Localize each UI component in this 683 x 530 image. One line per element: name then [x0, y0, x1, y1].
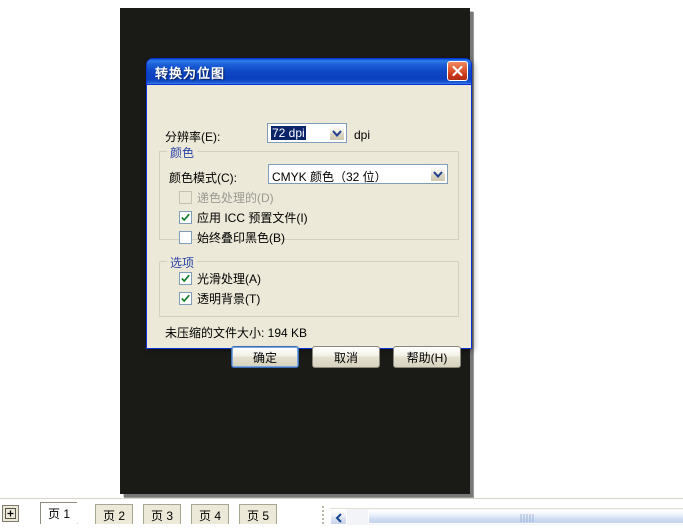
checkbox-box [179, 190, 192, 204]
checkbox-label: 递色处理的(D) [197, 190, 274, 205]
checkbox-box[interactable] [179, 230, 192, 244]
checkbox-label: 光滑处理(A) [197, 271, 261, 286]
color-mode-value: CMYK 颜色（32 位） [272, 170, 387, 184]
checkbox-label: 应用 ICC 预置文件(I) [197, 210, 308, 225]
tab-slant [228, 504, 238, 525]
resolution-label: 分辨率(E): [165, 130, 221, 144]
checkbox-box[interactable] [179, 210, 192, 224]
checkmark-icon [181, 274, 190, 282]
resolution-unit: dpi [354, 128, 371, 142]
uncompressed-file-size: 未压缩的文件大小: 194 KB [165, 326, 308, 340]
tab-slant [77, 502, 87, 525]
tab-slant [180, 504, 190, 525]
chevron-left-icon[interactable] [330, 509, 347, 525]
resolution-value: 72 dpi [271, 126, 306, 140]
convert-to-bitmap-dialog: 转换为位图 分辨率(E): 72 dpi dpi 颜色 颜色模式(C): CMY… [146, 58, 472, 368]
dialog-title: 转换为位图 [155, 66, 226, 81]
chevron-down-glyph [433, 171, 443, 178]
cancel-button[interactable]: 取消 [312, 346, 380, 368]
checkbox-label: 始终叠印黑色(B) [197, 230, 285, 245]
color-group-title: 颜色 [167, 144, 198, 161]
page-tab-label: 页 4 [199, 509, 222, 523]
scrollbar-track[interactable] [347, 509, 683, 525]
page-tab-5[interactable]: 页 5 [239, 504, 286, 525]
horizontal-scrollbar[interactable] [330, 508, 683, 525]
add-page-icon[interactable] [2, 505, 19, 522]
checkbox-anti-aliasing[interactable]: 光滑处理(A) [179, 270, 261, 286]
checkbox-box[interactable] [179, 291, 192, 305]
page-tab-label: 页 1 [48, 507, 71, 521]
page-tab-3[interactable]: 页 3 [143, 504, 190, 525]
color-mode-label: 颜色模式(C): [169, 171, 237, 185]
checkmark-icon [181, 213, 190, 221]
page-tab-4[interactable]: 页 4 [191, 504, 238, 525]
chevron-down-glyph [332, 130, 342, 137]
tabbar-splitter-grip[interactable] [322, 506, 326, 524]
page-tab-2[interactable]: 页 2 [95, 504, 142, 525]
checkbox-apply-icc-profile[interactable]: 应用 ICC 预置文件(I) [179, 209, 308, 225]
close-icon[interactable] [447, 61, 468, 81]
tab-slant [276, 504, 286, 525]
resolution-combo[interactable]: 72 dpi [267, 123, 347, 143]
scrollbar-thumb-grip [520, 514, 536, 522]
options-group-title: 选项 [167, 254, 198, 271]
checkbox-transparent-background[interactable]: 透明背景(T) [179, 290, 260, 306]
page-tab-label: 页 3 [151, 509, 174, 523]
checkbox-dither: 递色处理的(D) [179, 189, 274, 205]
chevron-left-glyph [335, 513, 342, 523]
plus-glyph [5, 508, 16, 519]
scrollbar-thumb[interactable] [368, 510, 683, 524]
dialog-titlebar[interactable]: 转换为位图 [147, 59, 471, 85]
close-x-glyph [452, 65, 463, 77]
ok-button[interactable]: 确定 [231, 346, 299, 368]
help-button[interactable]: 帮助(H) [393, 346, 461, 368]
checkbox-label: 透明背景(T) [197, 291, 261, 306]
page-tab-label: 页 5 [247, 509, 270, 523]
page-tab-label: 页 2 [103, 509, 126, 523]
tab-slant [132, 504, 142, 525]
color-mode-combo[interactable]: CMYK 颜色（32 位） [268, 164, 448, 184]
chevron-down-icon[interactable] [329, 125, 345, 141]
checkbox-always-overprint-black[interactable]: 始终叠印黑色(B) [179, 229, 285, 245]
checkmark-icon [181, 294, 190, 302]
checkbox-box[interactable] [179, 271, 192, 285]
page-tab-1[interactable]: 页 1 [40, 502, 87, 525]
dialog-body: 分辨率(E): 72 dpi dpi 颜色 颜色模式(C): CMYK 颜色（3… [147, 85, 471, 368]
chevron-down-icon[interactable] [430, 166, 446, 182]
